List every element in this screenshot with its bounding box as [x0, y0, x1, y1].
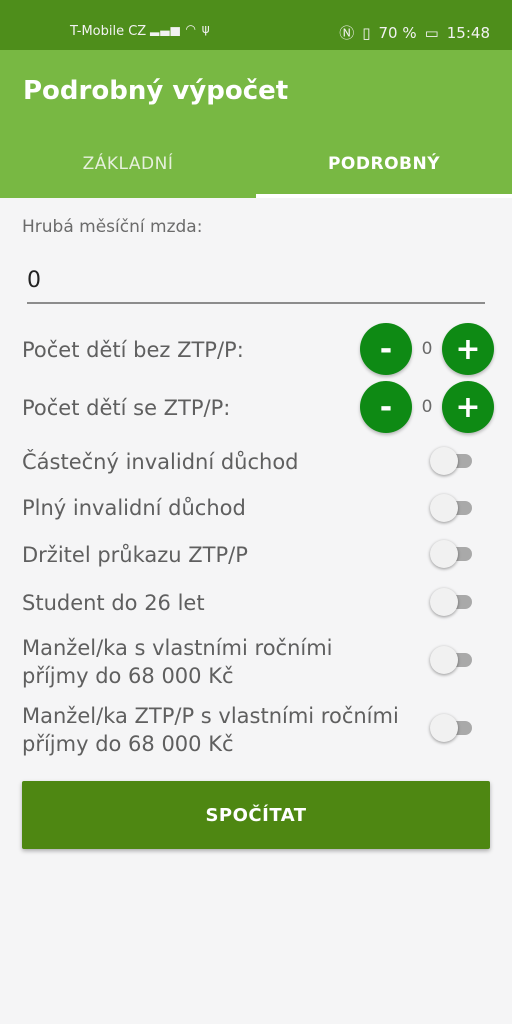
children-ztp-label: Počet dětí se ZTP/P: — [22, 396, 231, 420]
toggle-label-student: Student do 26 let — [22, 591, 205, 615]
battery-icon: ▭ — [424, 23, 439, 42]
signal-wifi-usb-icons: ▂▃▅ ◠ ψ — [150, 22, 211, 36]
gross-wage-input[interactable]: 0 — [27, 262, 485, 304]
vibrate-icon: ▯ — [362, 23, 371, 42]
tab-basic[interactable]: ZÁKLADNÍ — [0, 144, 256, 198]
tab-bar: ZÁKLADNÍ PODROBNÝ — [0, 144, 512, 198]
toggle-spouse-income[interactable] — [430, 646, 476, 674]
children-no-ztp-stepper: - 0 + — [360, 323, 494, 375]
battery-percent: 70 % — [378, 23, 417, 42]
minus-button[interactable]: - — [360, 323, 412, 375]
clock: 15:48 — [446, 23, 490, 42]
toggle-partial-disability[interactable] — [430, 447, 476, 475]
status-right: Ⓝ ▯ 70 % ▭ 15:48 — [339, 22, 490, 43]
children-ztp-count: 0 — [421, 397, 433, 417]
carrier-name: T-Mobile CZ — [70, 24, 147, 39]
tab-indicator — [256, 194, 512, 198]
tab-detailed[interactable]: PODROBNÝ — [256, 144, 512, 198]
toggle-label-full-disability: Plný invalidní důchod — [22, 496, 246, 520]
toggle-ztp-holder[interactable] — [430, 540, 476, 568]
gross-wage-label: Hrubá měsíční mzda: — [22, 217, 203, 237]
toggle-label-ztp-holder: Držitel průkazu ZTP/P — [22, 543, 248, 567]
page-title: Podrobný výpočet — [23, 76, 289, 106]
app-bar: Podrobný výpočet ZÁKLADNÍ PODROBNÝ — [0, 50, 512, 198]
children-no-ztp-count: 0 — [421, 339, 433, 359]
toggle-label-spouse-income: Manžel/ka s vlastními ročními příjmy do … — [22, 636, 333, 688]
toggle-label-spouse-ztp-income: Manžel/ka ZTP/P s vlastními ročními příj… — [22, 704, 399, 756]
calculate-button[interactable]: SPOČÍTAT — [22, 781, 490, 849]
toggle-label-partial-disability: Částečný invalidní důchod — [22, 450, 299, 474]
toggle-full-disability[interactable] — [430, 494, 476, 522]
gross-wage-value: 0 — [27, 268, 41, 293]
minus-button[interactable]: - — [360, 381, 412, 433]
toggle-spouse-ztp-income[interactable] — [430, 714, 476, 742]
toggle-student[interactable] — [430, 588, 476, 616]
plus-button[interactable]: + — [442, 323, 494, 375]
nfc-icon: Ⓝ — [339, 24, 355, 42]
children-ztp-stepper: - 0 + — [360, 381, 494, 433]
plus-button[interactable]: + — [442, 381, 494, 433]
children-no-ztp-label: Počet dětí bez ZTP/P: — [22, 338, 244, 362]
status-bar: T-Mobile CZ ▂▃▅ ◠ ψ Ⓝ ▯ 70 % ▭ 15:48 — [0, 0, 512, 50]
